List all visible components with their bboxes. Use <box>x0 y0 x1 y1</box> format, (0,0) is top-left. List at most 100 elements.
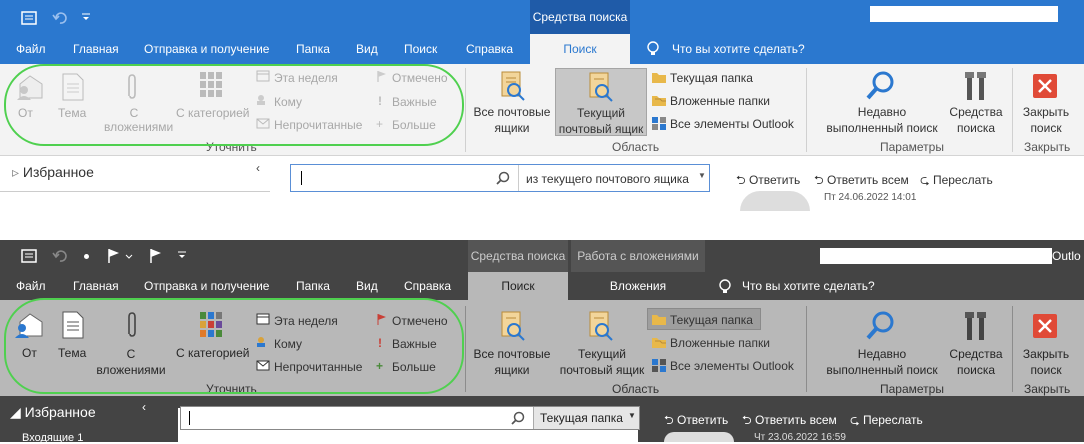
all-mailboxes-button[interactable]: Все почтовые ящики <box>470 104 554 136</box>
search-icon[interactable] <box>496 171 510 185</box>
tab-file[interactable]: Файл <box>16 272 46 300</box>
quick-access-dropdown-icon[interactable] <box>80 12 92 22</box>
tab-send-receive[interactable]: Отправка и получение <box>144 272 269 300</box>
ribbon-search: От Тема С вложениями С категорией Эта не… <box>0 64 1084 156</box>
tab-home[interactable]: Главная <box>73 272 119 300</box>
all-outlook-items-icon <box>652 117 666 130</box>
flag-dropdown-icon[interactable] <box>106 248 136 264</box>
sync-folders-icon[interactable] <box>20 248 38 264</box>
text-cursor <box>301 171 302 185</box>
forward-button[interactable]: ⮎ Переслать <box>850 411 923 432</box>
redacted-title <box>820 248 1052 264</box>
scope-group-label: Область <box>612 140 660 154</box>
separator <box>465 306 466 392</box>
favorites-label: Избранное <box>24 404 96 420</box>
recent-searches-button[interactable]: Недавно выполненный поиск <box>818 346 946 378</box>
reply-all-label: Ответить всем <box>826 173 909 187</box>
dropdown-arrow-icon[interactable]: ▼ <box>698 171 706 180</box>
collapse-icon[interactable]: ‹ <box>142 400 146 414</box>
close-search-button[interactable]: Закрыть поиск <box>1018 104 1074 136</box>
search-box[interactable]: Текущая папка ▼ <box>180 406 640 430</box>
search-tools-button[interactable]: Средства поиска <box>948 346 1004 378</box>
undo-icon[interactable] <box>52 248 68 264</box>
tell-me-box[interactable]: Что вы хотите сделать? <box>742 272 875 300</box>
current-folder-icon <box>652 315 666 325</box>
tab-folder[interactable]: Папка <box>296 34 330 64</box>
subfolders-button[interactable]: Вложенные папки <box>670 94 770 108</box>
outlook-light-window: Средства поиска Файл Главная Отправка и … <box>0 0 1084 211</box>
dropdown-arrow-icon: ▼ <box>628 411 636 420</box>
tab-help[interactable]: Справка <box>466 34 513 64</box>
tell-me-box[interactable]: Что вы хотите сделать? <box>672 34 805 64</box>
app-title: Outlo <box>1052 249 1081 263</box>
favorites-label: Избранное <box>22 164 94 180</box>
inbox-item[interactable]: Входящие 1 <box>22 432 83 444</box>
search-icon[interactable] <box>511 411 525 425</box>
close-search-icon <box>1033 314 1057 338</box>
tab-help[interactable]: Справка <box>404 272 451 300</box>
close-search-button[interactable]: Закрыть поиск <box>1018 346 1074 378</box>
current-folder-button[interactable]: Текущая папка <box>647 308 761 330</box>
recent-searches-button[interactable]: Недавно выполненный поиск <box>818 104 946 136</box>
reply-all-button[interactable]: ⮌ Ответить всем <box>742 411 837 432</box>
search-tools-button[interactable]: Средства поиска <box>948 104 1004 136</box>
favorites-header[interactable]: ◢ Избранное <box>10 404 96 421</box>
reply-all-icon: ⮌ <box>742 413 755 427</box>
lightbulb-icon <box>719 279 731 293</box>
content-area-bottom: ◢ Избранное ‹ Входящие 1 Текущая папка ▼… <box>0 396 1084 444</box>
search-tools-icon <box>965 72 986 100</box>
current-mailbox-button[interactable]: Текущий почтовый ящик <box>555 68 647 136</box>
inbox-label: Входящие <box>22 432 75 444</box>
favorites-header[interactable]: ▹ Избранное <box>12 164 94 181</box>
collapse-icon[interactable]: ‹ <box>256 161 260 175</box>
subfolders-icon <box>652 96 666 106</box>
search-box[interactable]: из текущего почтового ящика ▼ <box>290 164 710 192</box>
sync-folders-icon[interactable] <box>20 10 38 26</box>
tab-view[interactable]: Вид <box>356 34 378 64</box>
forward-button[interactable]: ⮎ Переслать <box>920 171 993 192</box>
search-scope-dropdown[interactable]: Текущая папка ▼ <box>533 407 639 429</box>
undo-icon[interactable] <box>52 10 68 26</box>
separator <box>465 68 466 152</box>
dot-icon[interactable] <box>84 254 89 259</box>
tab-search-active[interactable]: Поиск <box>530 34 630 64</box>
tab-attachments[interactable]: Вложения <box>571 272 705 300</box>
close-search-icon <box>1033 74 1057 98</box>
divider <box>518 165 519 191</box>
tab-send-receive[interactable]: Отправка и получение <box>144 34 269 64</box>
current-folder-button[interactable]: Текущая папка <box>670 71 753 85</box>
search-scope-dropdown[interactable]: из текущего почтового ящика <box>526 172 689 186</box>
recent-searches-icon <box>866 71 894 100</box>
reply-button[interactable]: ⮌ Ответить <box>664 411 728 432</box>
tab-home[interactable]: Главная <box>73 34 119 64</box>
tab-folder[interactable]: Папка <box>296 272 330 300</box>
outlook-dark-window: Средства поиска Работа с вложениями Outl… <box>0 240 1084 444</box>
content-area-top: ▹ Избранное ‹ из текущего почтового ящик… <box>0 157 1084 211</box>
current-mailbox-button[interactable]: Текущий почтовый ящик <box>556 346 648 378</box>
subfolders-button[interactable]: Вложенные папки <box>670 336 770 350</box>
reply-icon: ⮌ <box>736 173 749 187</box>
current-mailbox-icon <box>589 311 613 341</box>
avatar <box>740 191 810 211</box>
reply-all-label: Ответить всем <box>754 413 837 427</box>
all-mailboxes-icon <box>501 311 525 341</box>
current-folder-label: Текущая папка <box>670 313 753 327</box>
all-mailboxes-button[interactable]: Все почтовые ящики <box>470 346 554 378</box>
tab-search-active[interactable]: Поиск <box>468 272 568 300</box>
quick-access-dropdown-icon[interactable] <box>176 250 188 260</box>
all-mailboxes-icon <box>501 71 525 101</box>
flag-icon[interactable] <box>148 248 164 264</box>
reply-all-button[interactable]: ⮌ Ответить всем <box>814 171 909 192</box>
context-header-attachments: Работа с вложениями <box>571 240 705 272</box>
forward-label: Переслать <box>932 173 993 187</box>
divider <box>0 191 270 192</box>
all-outlook-items-button[interactable]: Все элементы Outlook <box>670 359 794 373</box>
reply-button[interactable]: ⮌ Ответить <box>736 171 800 192</box>
all-outlook-items-button[interactable]: Все элементы Outlook <box>670 117 794 131</box>
tab-search-plain[interactable]: Поиск <box>404 34 437 64</box>
forward-icon: ⮎ <box>920 173 933 187</box>
tab-view[interactable]: Вид <box>356 272 378 300</box>
close-group-label: Закрыть <box>1024 382 1071 396</box>
separator <box>1012 68 1013 152</box>
tab-file[interactable]: Файл <box>16 34 46 64</box>
